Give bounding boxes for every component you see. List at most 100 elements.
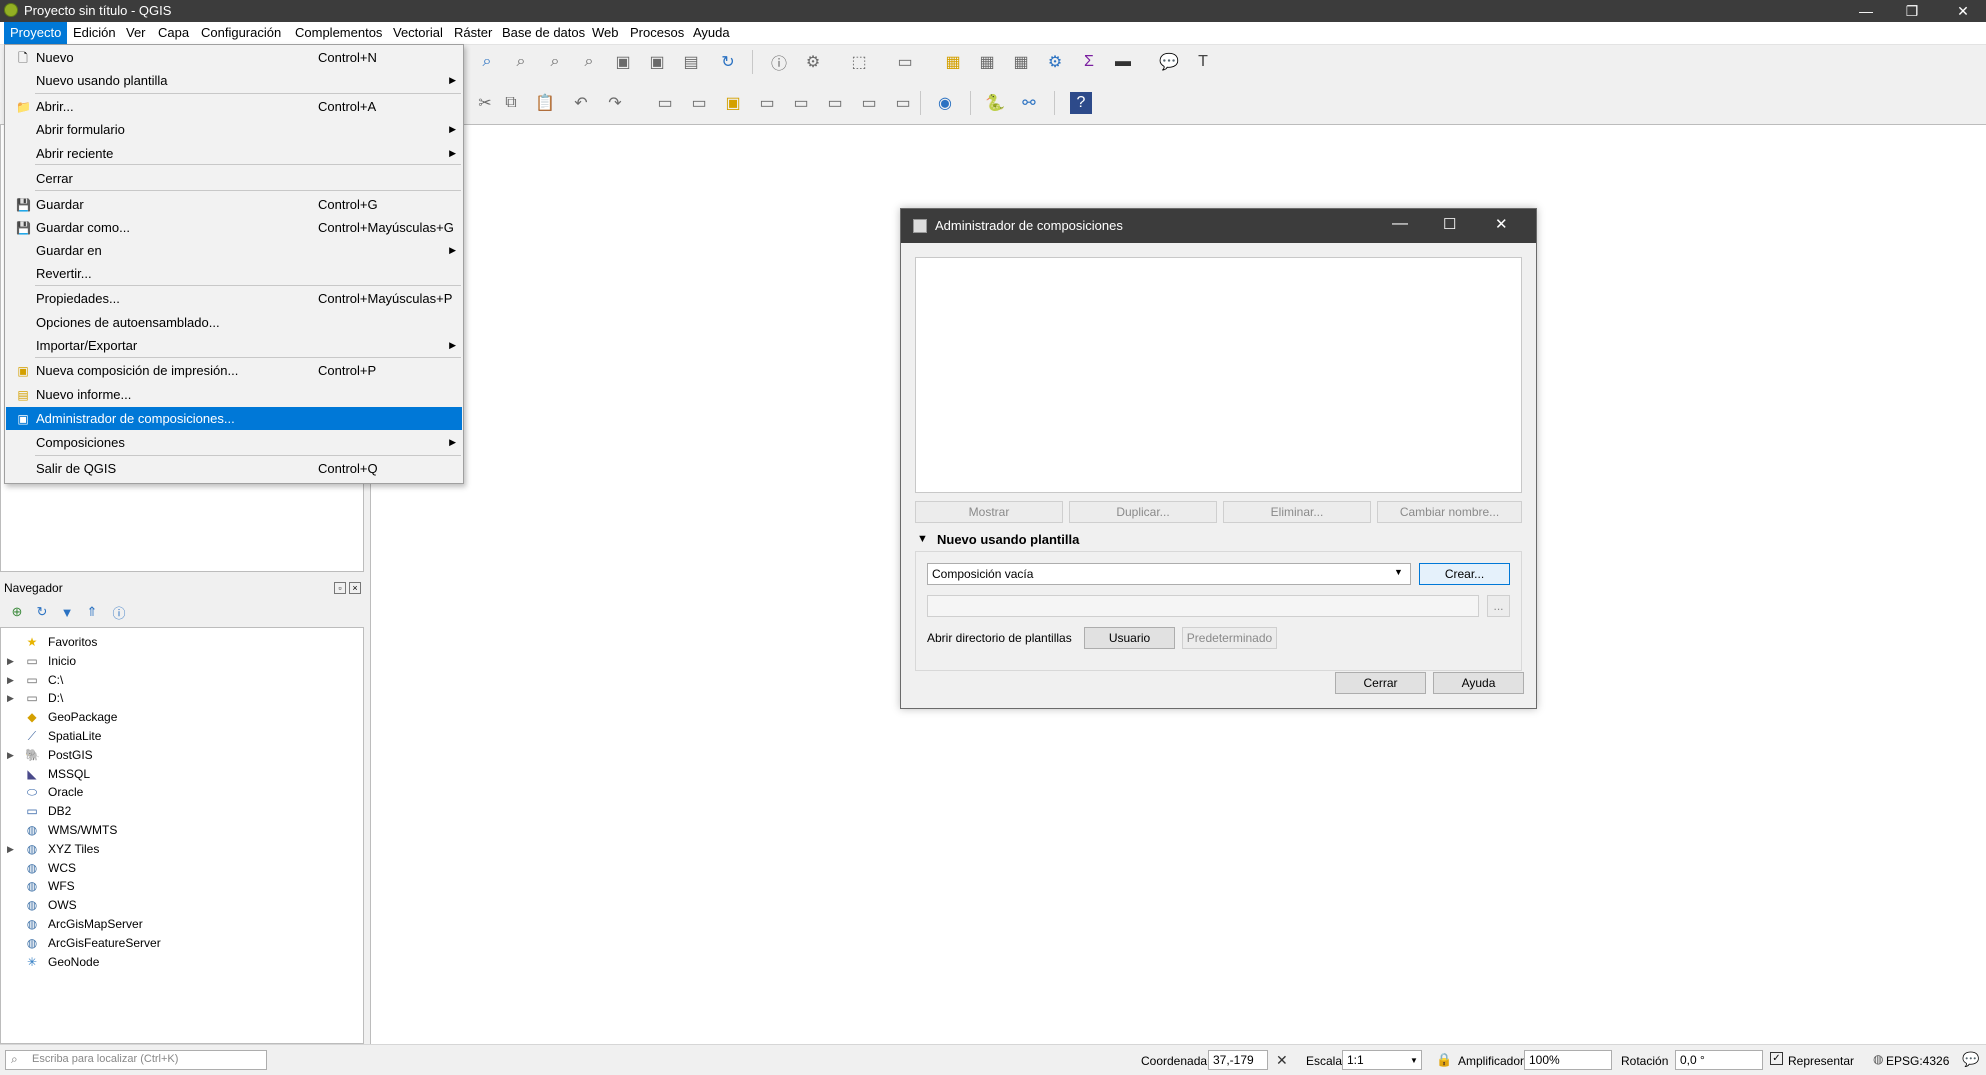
menu-procesos[interactable]: Procesos: [624, 22, 690, 44]
menu-item-composiciones[interactable]: Composiciones ▶: [6, 431, 462, 454]
menu-base-de-datos[interactable]: Base de datos: [496, 22, 591, 44]
navigator-item-postgis[interactable]: ▶ 🐘 PostGIS: [1, 746, 363, 764]
menu-item-administrador-de-composiciones[interactable]: ▣ Administrador de composiciones...: [6, 407, 462, 430]
menu-item-propiedades[interactable]: Propiedades... Control+Mayúsculas+P: [6, 287, 462, 310]
info-icon[interactable]: ⓘ: [108, 601, 130, 623]
remove-button[interactable]: Eliminar...: [1223, 501, 1371, 523]
expand-arrow-icon[interactable]: ▶: [7, 671, 14, 689]
text-annotation-icon[interactable]: T: [1192, 51, 1214, 73]
zoom-full-icon[interactable]: ⌕: [578, 51, 600, 73]
template-select[interactable]: Composición vacía ▼: [927, 563, 1411, 585]
default-button[interactable]: Predeterminado: [1182, 627, 1277, 649]
lock-icon[interactable]: 🔒: [1436, 1052, 1452, 1068]
refresh-icon[interactable]: ↻: [717, 51, 739, 73]
menu-item-guardar-como[interactable]: 💾 Guardar como... Control+Mayúsculas+G: [6, 216, 462, 239]
menu-item-nueva-composición-de-impresión[interactable]: ▣ Nueva composición de impresión... Contro…: [6, 359, 462, 382]
label-change-icon[interactable]: ▭: [824, 92, 846, 114]
locator-search[interactable]: ⌕ Escriba para localizar (Ctrl+K): [5, 1050, 267, 1070]
menu-raster[interactable]: Ráster: [448, 22, 498, 44]
navigator-item-wms-wmts[interactable]: ◍ WMS/WMTS: [1, 821, 363, 839]
filter-icon[interactable]: ▼: [56, 601, 78, 623]
sum-icon[interactable]: Σ: [1078, 51, 1100, 73]
processing-toolbox-icon[interactable]: ⚙: [1044, 51, 1066, 73]
duplicate-button[interactable]: Duplicar...: [1069, 501, 1217, 523]
layouts-list[interactable]: [915, 257, 1522, 493]
collapse-all-icon[interactable]: ⇑: [81, 601, 103, 623]
menu-item-abrir-reciente[interactable]: Abrir reciente ▶: [6, 142, 462, 165]
zoom-layer-icon[interactable]: ▣: [612, 51, 634, 73]
create-button[interactable]: Crear...: [1419, 563, 1510, 585]
render-checkbox[interactable]: ✓: [1770, 1052, 1783, 1065]
navigator-item-d[interactable]: ▶ ▭ D:\: [1, 689, 363, 707]
close-panel-icon[interactable]: ×: [349, 582, 361, 594]
menu-web[interactable]: Web: [586, 22, 625, 44]
menu-configuracion[interactable]: Configuración: [195, 22, 287, 44]
menu-item-abrir[interactable]: 📁 Abrir... Control+A: [6, 95, 462, 118]
minimize-button[interactable]: —: [1843, 0, 1889, 22]
crs-globe-icon[interactable]: ◍: [1873, 1052, 1883, 1066]
navigator-item-favoritos[interactable]: ★ Favoritos: [1, 633, 363, 651]
zoom-selection-icon[interactable]: ▣: [646, 51, 668, 73]
graphical-modeler-icon[interactable]: ⚯: [1018, 92, 1040, 114]
zoom-out-icon[interactable]: ⌕: [510, 51, 532, 73]
browse-button[interactable]: ...: [1487, 595, 1510, 617]
close-window-button[interactable]: ✕: [1940, 0, 1986, 22]
paste-icon[interactable]: 📋: [534, 92, 556, 114]
identify-icon[interactable]: ⓘ: [768, 51, 790, 73]
menu-item-importar-exportar[interactable]: Importar/Exportar ▶: [6, 334, 462, 357]
copy-icon[interactable]: ⧉: [500, 92, 522, 114]
menu-ver[interactable]: Ver: [120, 22, 152, 44]
menu-item-nuevo-usando-plantilla[interactable]: Nuevo usando plantilla ▶: [6, 69, 462, 92]
navigator-item-wcs[interactable]: ◍ WCS: [1, 859, 363, 877]
rename-button[interactable]: Cambiar nombre...: [1377, 501, 1522, 523]
add-selected-icon[interactable]: ⊕: [6, 601, 28, 623]
dialog-maximize-button[interactable]: ☐: [1443, 215, 1456, 233]
show-button[interactable]: Mostrar: [915, 501, 1063, 523]
menu-capa[interactable]: Capa: [152, 22, 195, 44]
restore-button[interactable]: ❐: [1889, 0, 1935, 22]
navigator-item-c[interactable]: ▶ ▭ C:\: [1, 671, 363, 689]
redo-icon[interactable]: ↷: [604, 92, 626, 114]
template-path-field[interactable]: [927, 595, 1479, 617]
label-pin-icon[interactable]: ▭: [688, 92, 710, 114]
attribute-table-icon[interactable]: ▦: [942, 51, 964, 73]
navigator-item-oracle[interactable]: ⬭ Oracle: [1, 783, 363, 801]
extents-toggle-icon[interactable]: ✕: [1276, 1052, 1288, 1069]
navigator-item-arcgisfeatureserver[interactable]: ◍ ArcGisFeatureServer: [1, 934, 363, 952]
coordinate-field[interactable]: 37,-179: [1208, 1050, 1268, 1070]
menu-vectorial[interactable]: Vectorial: [387, 22, 449, 44]
menu-edicion[interactable]: Edición: [67, 22, 122, 44]
expand-arrow-icon[interactable]: ▶: [7, 746, 14, 764]
menu-item-salir-de-qgis[interactable]: Salir de QGIS Control+Q: [6, 457, 462, 480]
template-section-title[interactable]: Nuevo usando plantilla: [937, 532, 1079, 547]
menu-item-abrir-formulario[interactable]: Abrir formulario ▶: [6, 118, 462, 141]
navigator-item-wfs[interactable]: ◍ WFS: [1, 877, 363, 895]
web-globe-icon[interactable]: ◉: [934, 92, 956, 114]
python-console-icon[interactable]: 🐍: [984, 92, 1006, 114]
navigator-item-mssql[interactable]: ◣ MSSQL: [1, 765, 363, 783]
field-calculator-icon[interactable]: ▦: [976, 51, 998, 73]
navigator-item-xyz-tiles[interactable]: ▶ ◍ XYZ Tiles: [1, 840, 363, 858]
menu-proyecto[interactable]: Proyecto: [4, 22, 68, 44]
label-move-icon[interactable]: ▭: [756, 92, 778, 114]
navigator-item-geopackage[interactable]: ◆ GeoPackage: [1, 708, 363, 726]
help-button[interactable]: Ayuda: [1433, 672, 1524, 694]
label-properties-icon[interactable]: ▭: [892, 92, 914, 114]
float-panel-icon[interactable]: ▫: [334, 582, 346, 594]
undo-icon[interactable]: ↶: [570, 92, 592, 114]
navigator-item-inicio[interactable]: ▶ ▭ Inicio: [1, 652, 363, 670]
help-icon[interactable]: ?: [1070, 92, 1092, 114]
deselect-icon[interactable]: ▭: [894, 51, 916, 73]
close-button[interactable]: Cerrar: [1335, 672, 1426, 694]
collapse-arrow-icon[interactable]: ▼: [917, 533, 928, 545]
refresh-icon[interactable]: ↻: [31, 601, 53, 623]
menu-item-guardar[interactable]: 💾 Guardar Control+G: [6, 193, 462, 216]
rotation-field[interactable]: 0,0 °: [1675, 1050, 1763, 1070]
navigator-item-ows[interactable]: ◍ OWS: [1, 896, 363, 914]
label-highlight-icon[interactable]: ▣: [722, 92, 744, 114]
navigator-item-spatialite[interactable]: ⟋ SpatiaLite: [1, 727, 363, 745]
map-tips-icon[interactable]: 💬: [1158, 51, 1180, 73]
navigator-item-db2[interactable]: ▭ DB2: [1, 802, 363, 820]
actions-icon[interactable]: ⚙: [802, 51, 824, 73]
dialog-close-button[interactable]: ✕: [1495, 215, 1508, 233]
